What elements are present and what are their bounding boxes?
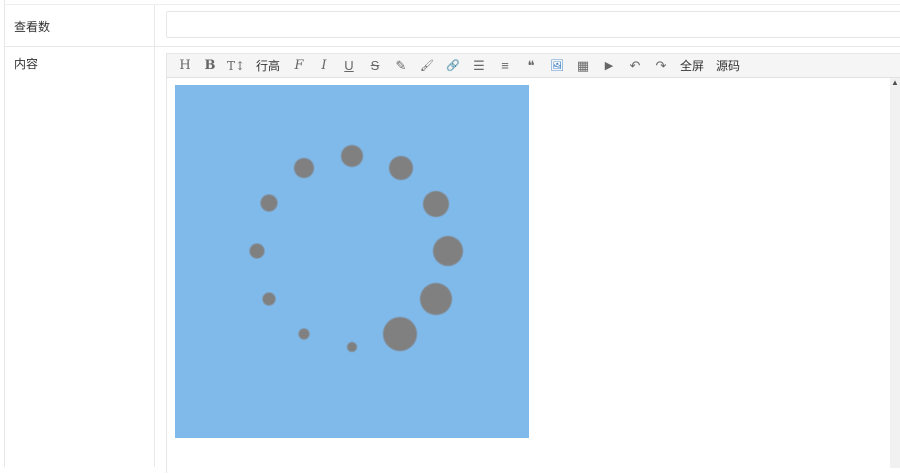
spinner-dot xyxy=(383,317,417,351)
editor-scrollbar[interactable]: ▲ xyxy=(890,78,900,468)
video-icon[interactable]: ▶ xyxy=(601,56,617,76)
spinner-dot xyxy=(420,283,452,315)
list-icon[interactable]: ☰ xyxy=(471,56,487,76)
spinner-dot xyxy=(294,158,314,178)
editor-content-area[interactable] xyxy=(167,78,900,474)
spinner-dot xyxy=(433,236,463,266)
font-size-icon[interactable]: T↕ xyxy=(226,56,246,76)
source-button[interactable]: 源码 xyxy=(715,56,741,76)
spinner-dot xyxy=(262,292,276,306)
editor-toolbar: H B T↕ 行高 F I U S ✎ 🖌 🔗 ☰ ≡ ❝ 🖼 ▦ ▶ ↶ ↷ … xyxy=(167,54,900,78)
row-divider xyxy=(4,46,900,47)
spinner-dot xyxy=(389,156,413,180)
table-icon[interactable]: ▦ xyxy=(575,56,591,76)
font-family-icon[interactable]: F xyxy=(291,56,307,76)
form-top-border xyxy=(4,4,900,5)
quote-icon[interactable]: ❝ xyxy=(523,56,539,76)
align-icon[interactable]: ≡ xyxy=(497,56,513,76)
strikethrough-icon[interactable]: S xyxy=(367,56,383,76)
spinner-dot xyxy=(298,328,310,340)
heading-icon[interactable]: H xyxy=(177,56,193,76)
redo-icon[interactable]: ↷ xyxy=(653,56,669,76)
fullscreen-button[interactable]: 全屏 xyxy=(679,56,705,76)
italic-icon[interactable]: I xyxy=(316,56,332,76)
loading-spinner-icon xyxy=(249,145,463,352)
form-left-border xyxy=(4,0,5,467)
undo-icon[interactable]: ↶ xyxy=(627,56,643,76)
spinner-dot xyxy=(347,342,357,352)
link-icon[interactable]: 🔗 xyxy=(445,56,461,76)
image-icon[interactable]: 🖼 xyxy=(549,56,565,76)
highlight-icon[interactable]: ✎ xyxy=(393,56,409,76)
brush-icon[interactable]: 🖌 xyxy=(419,56,435,76)
underline-icon[interactable]: U xyxy=(341,56,357,76)
spinner-dot xyxy=(423,191,449,217)
scroll-up-arrow-icon[interactable]: ▲ xyxy=(890,78,900,88)
line-height-button[interactable]: 行高 xyxy=(255,56,281,76)
loading-spinner-image[interactable] xyxy=(175,85,529,438)
label-column-divider xyxy=(154,5,155,467)
views-input[interactable] xyxy=(166,11,900,38)
views-label: 查看数 xyxy=(14,20,51,34)
rich-text-editor: H B T↕ 行高 F I U S ✎ 🖌 🔗 ☰ ≡ ❝ 🖼 ▦ ▶ ↶ ↷ … xyxy=(166,53,900,474)
bold-icon[interactable]: B xyxy=(202,56,218,76)
content-label: 内容 xyxy=(14,57,39,71)
spinner-dot xyxy=(341,145,363,167)
spinner-dot xyxy=(260,194,278,212)
spinner-dot xyxy=(249,243,265,259)
